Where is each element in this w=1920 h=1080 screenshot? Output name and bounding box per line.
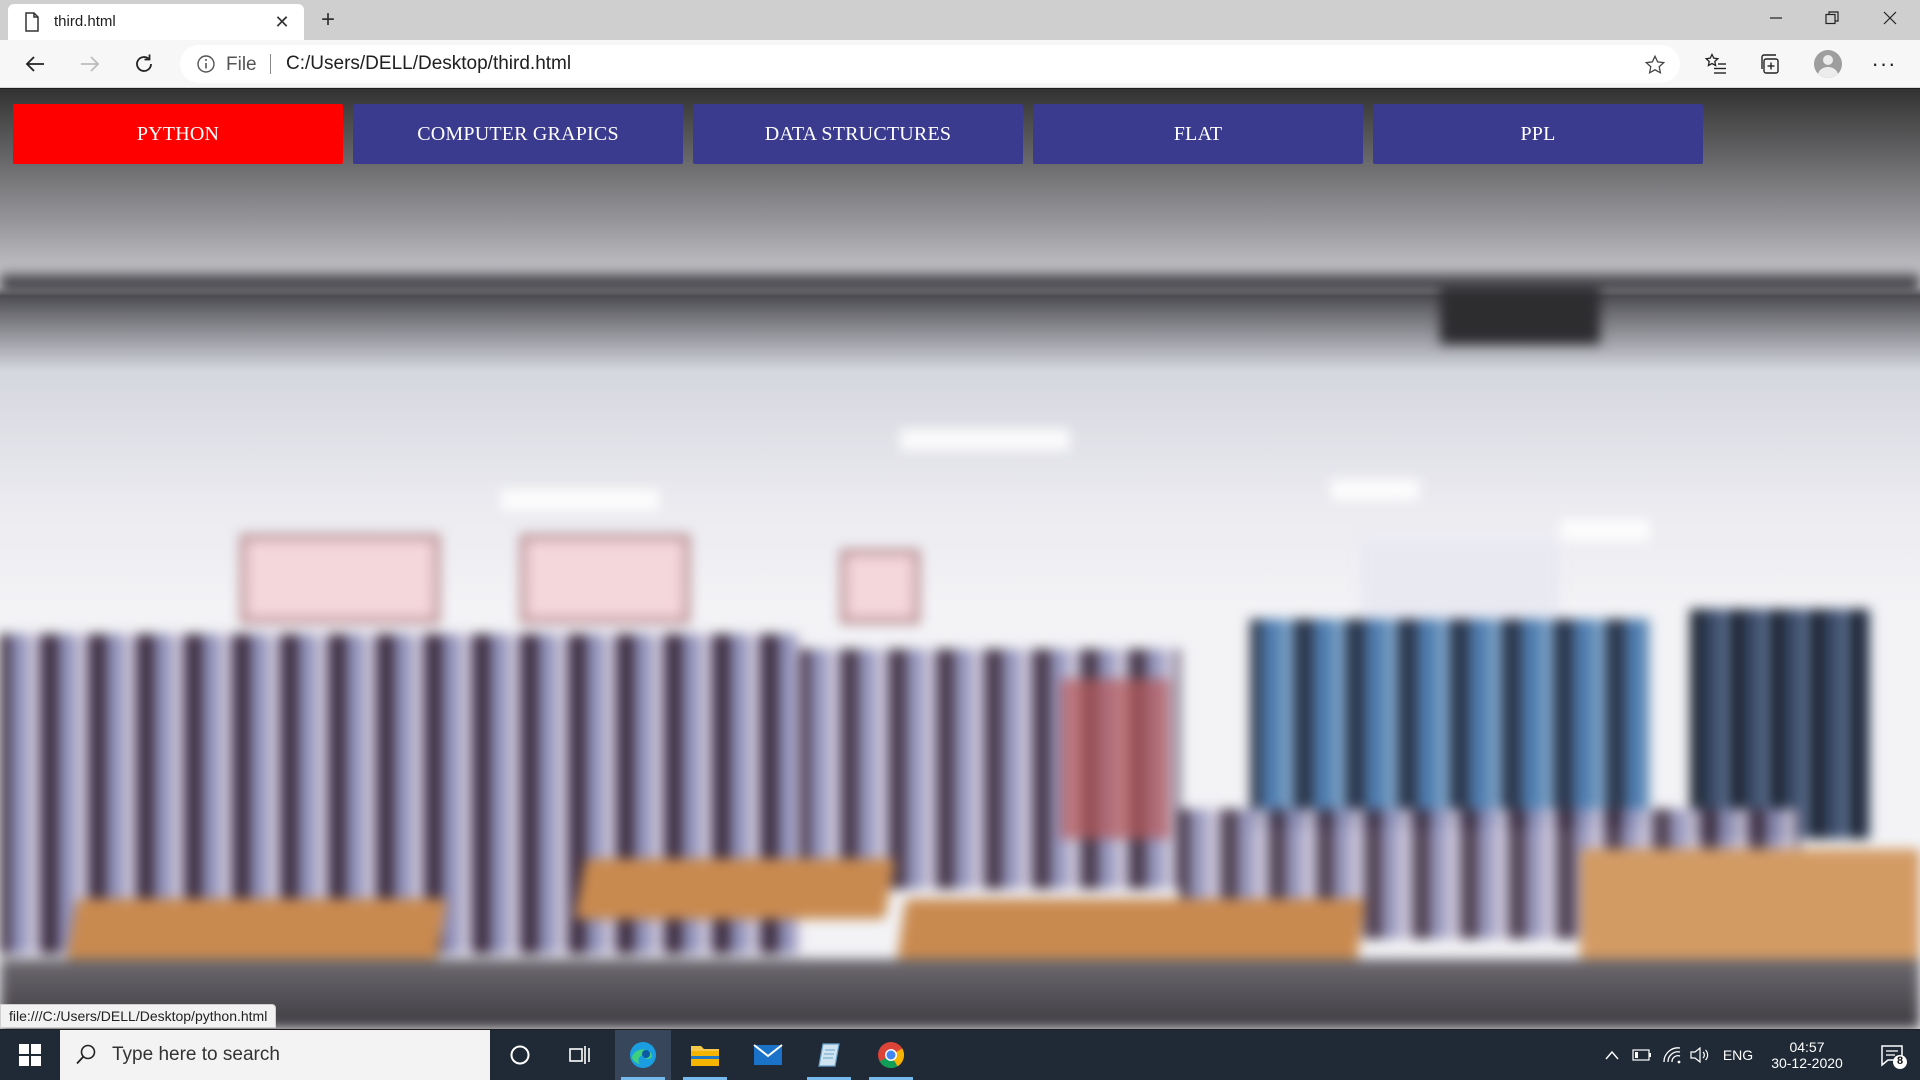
chrome-browser-icon: [878, 1042, 905, 1069]
page-viewport: PYTHON COMPUTER GRAPICS DATA STRUCTURES …: [0, 89, 1920, 1029]
url-scheme: File: [226, 54, 257, 75]
minimize-icon: [1770, 17, 1782, 19]
clock-date: 30-12-2020: [1771, 1055, 1843, 1071]
forward-button[interactable]: [72, 46, 108, 82]
link-status-bubble: file:///C:/Users/DELL/Desktop/python.htm…: [0, 1004, 277, 1028]
favorite-star-icon[interactable]: [1644, 54, 1666, 76]
edge-browser-icon: [630, 1042, 656, 1068]
favorites-button[interactable]: [1700, 48, 1732, 80]
volume-tray-button[interactable]: [1688, 1030, 1712, 1080]
settings-more-button[interactable]: ···: [1868, 48, 1900, 80]
action-center-button[interactable]: 8: [1878, 1041, 1908, 1071]
url-text[interactable]: C:/Users/DELL/Desktop/third.html: [286, 53, 571, 75]
battery-tray-button[interactable]: [1630, 1030, 1654, 1080]
minimize-button[interactable]: [1748, 0, 1804, 36]
page-icon: [25, 12, 39, 32]
forward-arrow-icon: [81, 56, 100, 72]
file-explorer-taskbar-app[interactable]: [677, 1030, 733, 1080]
clock-time: 04:57: [1789, 1039, 1825, 1055]
close-icon: [1883, 11, 1897, 25]
cortana-circle-icon: [510, 1045, 530, 1065]
battery-icon: [1632, 1049, 1651, 1061]
input-language-button[interactable]: ENG: [1718, 1030, 1758, 1080]
new-tab-button[interactable]: +: [314, 6, 342, 34]
browser-toolbar: File C:/Users/DELL/Desktop/third.html ··…: [0, 40, 1920, 88]
address-bar[interactable]: File C:/Users/DELL/Desktop/third.html: [180, 45, 1680, 83]
cortana-button[interactable]: [492, 1030, 548, 1080]
close-window-button[interactable]: [1862, 0, 1918, 36]
task-view-icon: [569, 1046, 590, 1064]
notification-count: 8: [1896, 1055, 1904, 1067]
search-icon: [76, 1044, 96, 1065]
menu-button-computer-graphics[interactable]: COMPUTER GRAPICS: [353, 104, 683, 164]
back-button[interactable]: [17, 46, 53, 82]
chevron-up-icon: [1605, 1050, 1619, 1060]
menu-button-flat[interactable]: FLAT: [1033, 104, 1363, 164]
mail-taskbar-app[interactable]: [740, 1030, 796, 1080]
collections-button[interactable]: [1754, 48, 1786, 80]
show-hidden-icons-button[interactable]: [1600, 1030, 1624, 1080]
refresh-icon: [136, 54, 152, 72]
profile-button[interactable]: [1812, 48, 1844, 80]
back-arrow-icon: [25, 56, 44, 72]
mail-icon: [753, 1044, 783, 1065]
url-divider: [270, 54, 271, 74]
more-options-icon: ···: [1871, 51, 1897, 76]
language-label: ENG: [1722, 1047, 1754, 1063]
menu-button-ppl[interactable]: PPL: [1373, 104, 1703, 164]
search-placeholder: Type here to search: [112, 1044, 280, 1065]
info-icon[interactable]: [196, 54, 216, 74]
wifi-icon: [1663, 1047, 1681, 1064]
close-tab-icon[interactable]: ✕: [272, 12, 292, 32]
taskbar-search-box[interactable]: Type here to search: [60, 1030, 490, 1080]
folder-icon: [691, 1046, 719, 1066]
browser-tab[interactable]: third.html ✕: [8, 4, 304, 40]
tab-title: third.html: [54, 13, 116, 30]
favorites-list-icon: [1704, 53, 1726, 74]
restore-button[interactable]: [1804, 0, 1860, 36]
network-tray-button[interactable]: [1660, 1030, 1684, 1080]
library-background-image: [0, 89, 1920, 1029]
speaker-icon: [1690, 1047, 1709, 1063]
windows-taskbar: Type here to search ENG 04:57 30-12-2020: [0, 1030, 1920, 1080]
collections-icon: [1761, 54, 1779, 74]
notepad-taskbar-app[interactable]: [801, 1030, 857, 1080]
system-clock[interactable]: 04:57 30-12-2020: [1762, 1030, 1852, 1080]
task-view-button[interactable]: [552, 1030, 608, 1080]
windows-logo-icon: [19, 1044, 41, 1066]
start-button[interactable]: [0, 1030, 60, 1080]
refresh-button[interactable]: [126, 46, 162, 82]
edge-taskbar-app[interactable]: [615, 1030, 671, 1080]
menu-button-data-structures[interactable]: DATA STRUCTURES: [693, 104, 1023, 164]
notepad-icon: [818, 1043, 840, 1067]
subject-menu: PYTHON COMPUTER GRAPICS DATA STRUCTURES …: [13, 104, 1703, 164]
menu-button-python[interactable]: PYTHON: [13, 104, 343, 164]
browser-tab-strip: third.html ✕ +: [0, 0, 1920, 40]
chrome-taskbar-app[interactable]: [863, 1030, 919, 1080]
restore-icon: [1825, 11, 1839, 25]
avatar: [1814, 50, 1842, 78]
